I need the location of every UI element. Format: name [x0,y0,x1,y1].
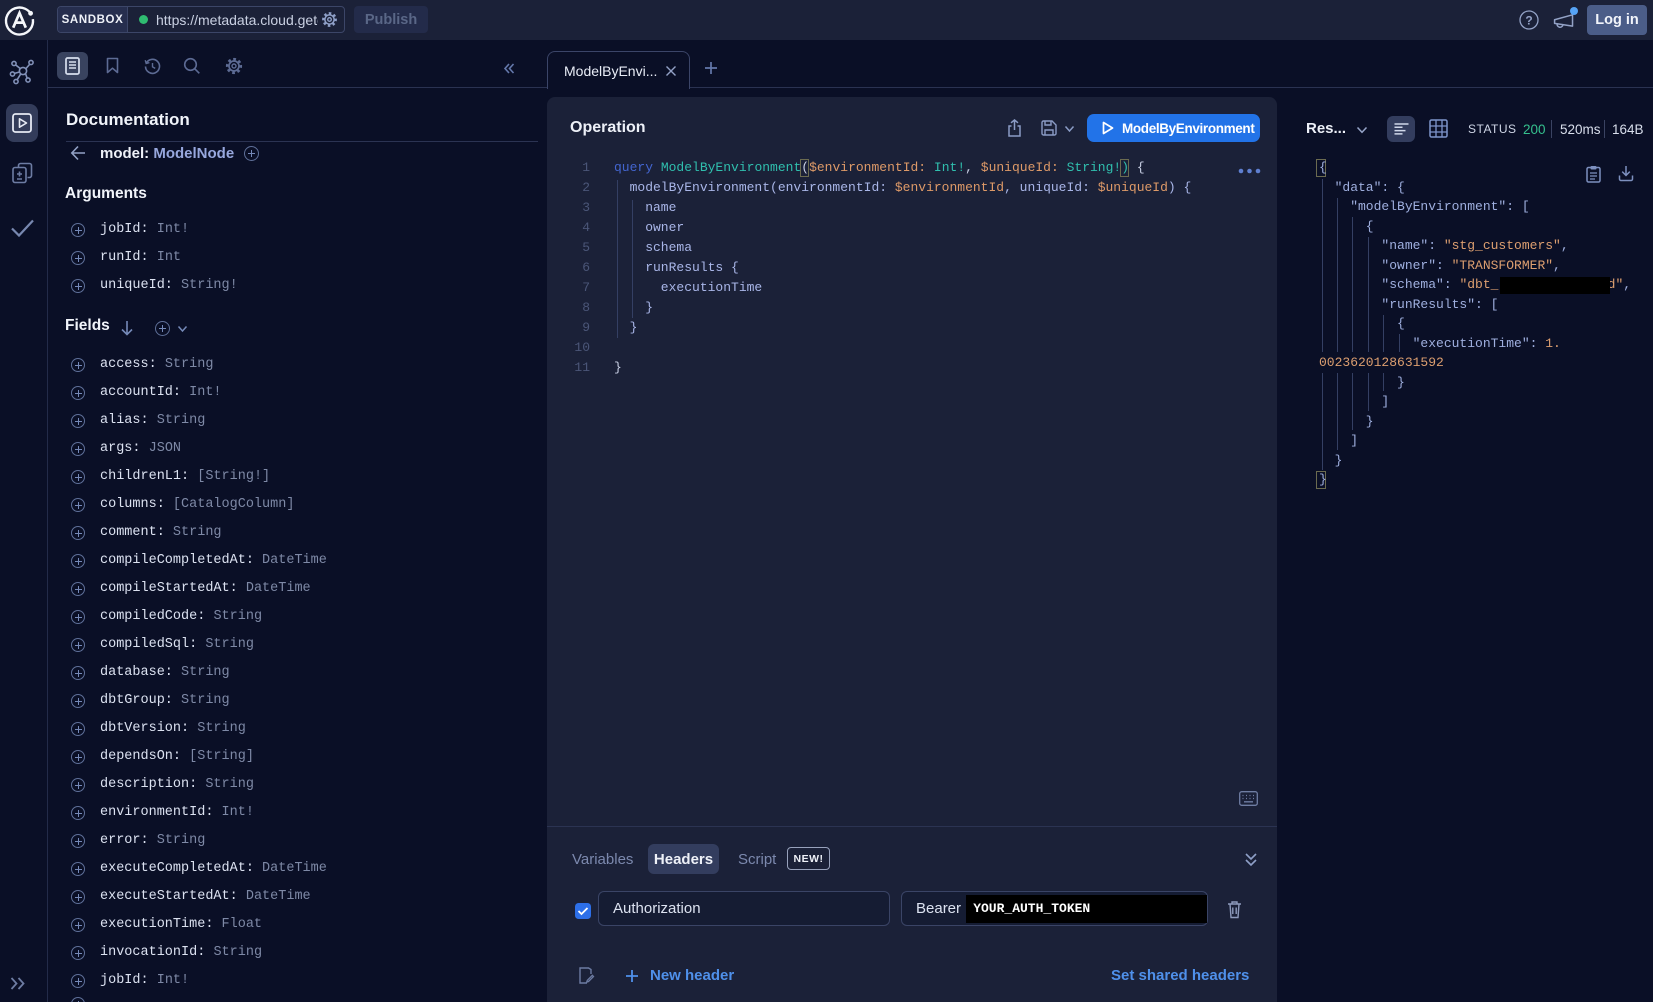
svg-text:?: ? [1525,14,1532,28]
